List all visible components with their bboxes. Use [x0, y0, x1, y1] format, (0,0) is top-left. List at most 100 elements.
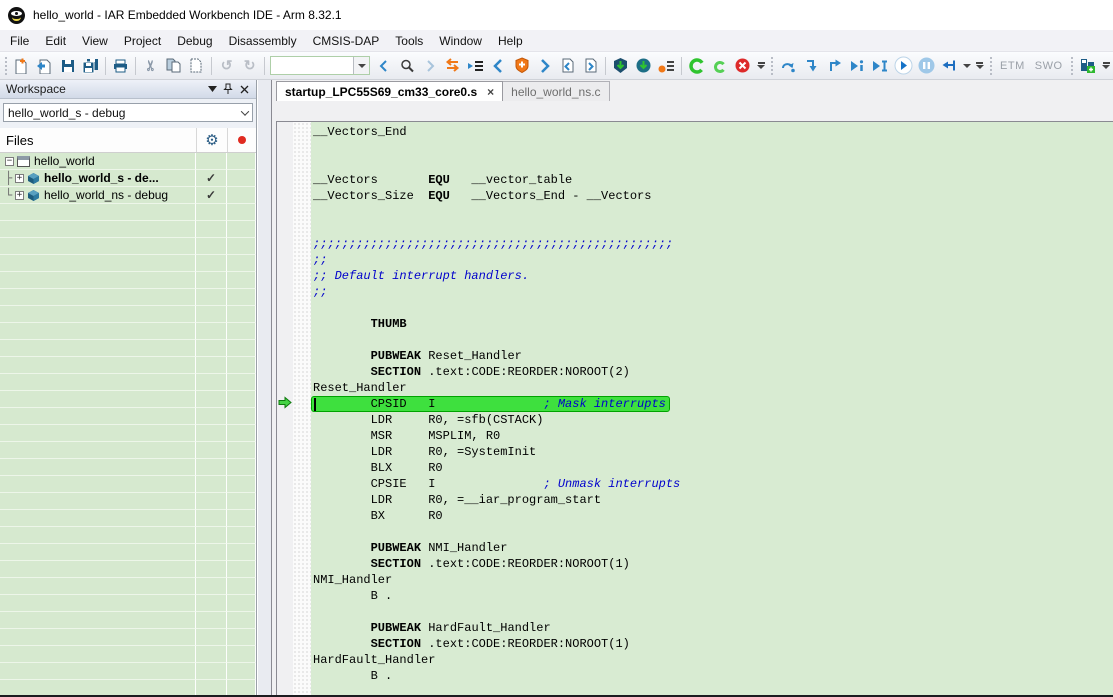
find-previous-button[interactable]	[372, 55, 395, 77]
step-out-button[interactable]	[823, 55, 846, 77]
previous-document-button[interactable]	[556, 55, 579, 77]
panel-splitter[interactable]	[258, 80, 271, 697]
tree-branch-line: └	[5, 188, 15, 202]
toolbar-overflow-button[interactable]	[973, 55, 987, 77]
find-combobox[interactable]	[270, 56, 370, 75]
tree-row-hello-world[interactable]: −hello_world	[0, 153, 256, 170]
menu-item-disassembly[interactable]: Disassembly	[221, 31, 305, 51]
toolbar-grip[interactable]	[1070, 57, 1074, 75]
menu-item-view[interactable]: View	[74, 31, 116, 51]
code-line: LDR R0, =__iar_program_start	[313, 492, 1113, 508]
pin-button[interactable]	[220, 82, 236, 96]
code-line: MSR MSPLIM, R0	[313, 428, 1113, 444]
etm-button[interactable]: ETM	[995, 60, 1030, 72]
code-editor[interactable]: __Vectors_End__Vectors EQU __vector_tabl…	[311, 122, 1113, 697]
next-statement-button[interactable]	[846, 55, 869, 77]
editor-gutter[interactable]	[293, 122, 311, 697]
breakpoints-button[interactable]	[655, 55, 678, 77]
menu-item-window[interactable]: Window	[431, 31, 490, 51]
toolbar-grip[interactable]	[770, 57, 774, 75]
empty-grid-row	[0, 493, 256, 510]
tab-startup-lpc55s69-cm33-core0-s[interactable]: startup_LPC55S69_cm33_core0.s×	[276, 81, 503, 101]
editor-body: __Vectors_End__Vectors EQU __vector_tabl…	[276, 121, 1113, 697]
menu-bar: FileEditViewProjectDebugDisassemblyCMSIS…	[0, 30, 1113, 52]
toolbar-grip[interactable]	[989, 57, 993, 75]
tab-hello-world-ns-c[interactable]: hello_world_ns.c	[503, 81, 609, 101]
tree-row-hello-world-s-de-[interactable]: ├+hello_world_s - de...✓	[0, 170, 256, 187]
profiler-icon	[1079, 57, 1096, 74]
code-comment: ;; Default interrupt handlers.	[313, 269, 529, 283]
run-to-cursor-button[interactable]	[869, 55, 892, 77]
toolbar-overflow-button[interactable]	[754, 55, 768, 77]
print-button[interactable]	[109, 55, 132, 77]
tree-row-hello-world-ns-debug[interactable]: └+hello_world_ns - debug✓	[0, 187, 256, 204]
code-text: __Vectors_End - __Vectors	[450, 189, 652, 203]
options-column-header[interactable]: ⚙	[196, 128, 227, 152]
copy-button[interactable]	[162, 55, 185, 77]
menu-item-help[interactable]: Help	[490, 31, 531, 51]
navigate-swap-button[interactable]	[441, 55, 464, 77]
save-button[interactable]	[56, 55, 79, 77]
debug-margin[interactable]	[277, 122, 293, 697]
pause-icon	[917, 56, 936, 75]
navigate-back-button[interactable]	[487, 55, 510, 77]
code-text: .text:CODE:REORDER:NOROOT(1)	[421, 637, 630, 651]
toolbar-grip[interactable]	[4, 57, 8, 75]
step-over-button[interactable]	[777, 55, 800, 77]
go-button[interactable]	[892, 55, 915, 77]
compile-button[interactable]	[708, 55, 731, 77]
workspace-header[interactable]: Workspace	[0, 80, 256, 99]
undo-button[interactable]: ↺	[215, 55, 238, 77]
profiler-button[interactable]	[1076, 55, 1099, 77]
code-line: PUBWEAK NMI_Handler	[313, 540, 1113, 556]
save-all-button[interactable]	[79, 55, 102, 77]
make-button[interactable]	[685, 55, 708, 77]
find-next-button[interactable]	[418, 55, 441, 77]
configuration-selector[interactable]: hello_world_s - debug	[3, 103, 253, 122]
collapse-icon[interactable]: −	[5, 157, 14, 166]
cut-button[interactable]: ✂	[139, 55, 162, 77]
code-text: CPSIE I	[313, 477, 543, 491]
find-dropdown-button[interactable]	[353, 57, 369, 74]
close-panel-button[interactable]	[236, 82, 252, 96]
panel-menu-button[interactable]	[204, 82, 220, 96]
new-document-button[interactable]	[10, 55, 33, 77]
swo-button[interactable]: SWO	[1030, 60, 1068, 72]
goto-list-button[interactable]	[464, 55, 487, 77]
run-to-cursor-icon	[872, 59, 888, 73]
empty-grid-row	[0, 306, 256, 323]
menu-item-project[interactable]: Project	[116, 31, 169, 51]
expand-icon[interactable]: +	[15, 174, 24, 183]
menu-item-tools[interactable]: Tools	[387, 31, 431, 51]
navigate-forward-button[interactable]	[533, 55, 556, 77]
step-into-button[interactable]	[800, 55, 823, 77]
stop-build-button[interactable]	[731, 55, 754, 77]
paste-button[interactable]	[185, 55, 208, 77]
break-button[interactable]	[915, 55, 938, 77]
menu-item-cmsis-dap[interactable]: CMSIS-DAP	[305, 31, 388, 51]
menu-item-debug[interactable]: Debug	[169, 31, 220, 51]
toggle-bookmark-button[interactable]	[510, 55, 533, 77]
open-document-button[interactable]	[33, 55, 56, 77]
download-all-button[interactable]	[632, 55, 655, 77]
find-input[interactable]	[271, 57, 353, 74]
expand-icon[interactable]: +	[15, 191, 24, 200]
find-button[interactable]	[395, 55, 418, 77]
main-toolbar: ✂ ↺ ↻	[0, 52, 1113, 80]
reset-dropdown-button[interactable]	[961, 55, 973, 77]
toolbar-overflow-button[interactable]	[1099, 55, 1113, 77]
code-text: BX R0	[313, 509, 443, 523]
redo-button[interactable]: ↻	[238, 55, 261, 77]
empty-grid-row	[0, 272, 256, 289]
code-text	[313, 349, 371, 363]
code-comment: ;;	[313, 253, 327, 267]
next-document-button[interactable]	[579, 55, 602, 77]
menu-item-edit[interactable]: Edit	[37, 31, 74, 51]
reset-button[interactable]	[938, 55, 961, 77]
close-tab-icon[interactable]: ×	[487, 85, 494, 99]
menu-item-file[interactable]: File	[2, 31, 37, 51]
download-active-button[interactable]	[609, 55, 632, 77]
code-text: B .	[313, 589, 392, 603]
code-directive: PUBWEAK	[371, 349, 421, 363]
tree-branch-line: ├	[5, 171, 15, 185]
